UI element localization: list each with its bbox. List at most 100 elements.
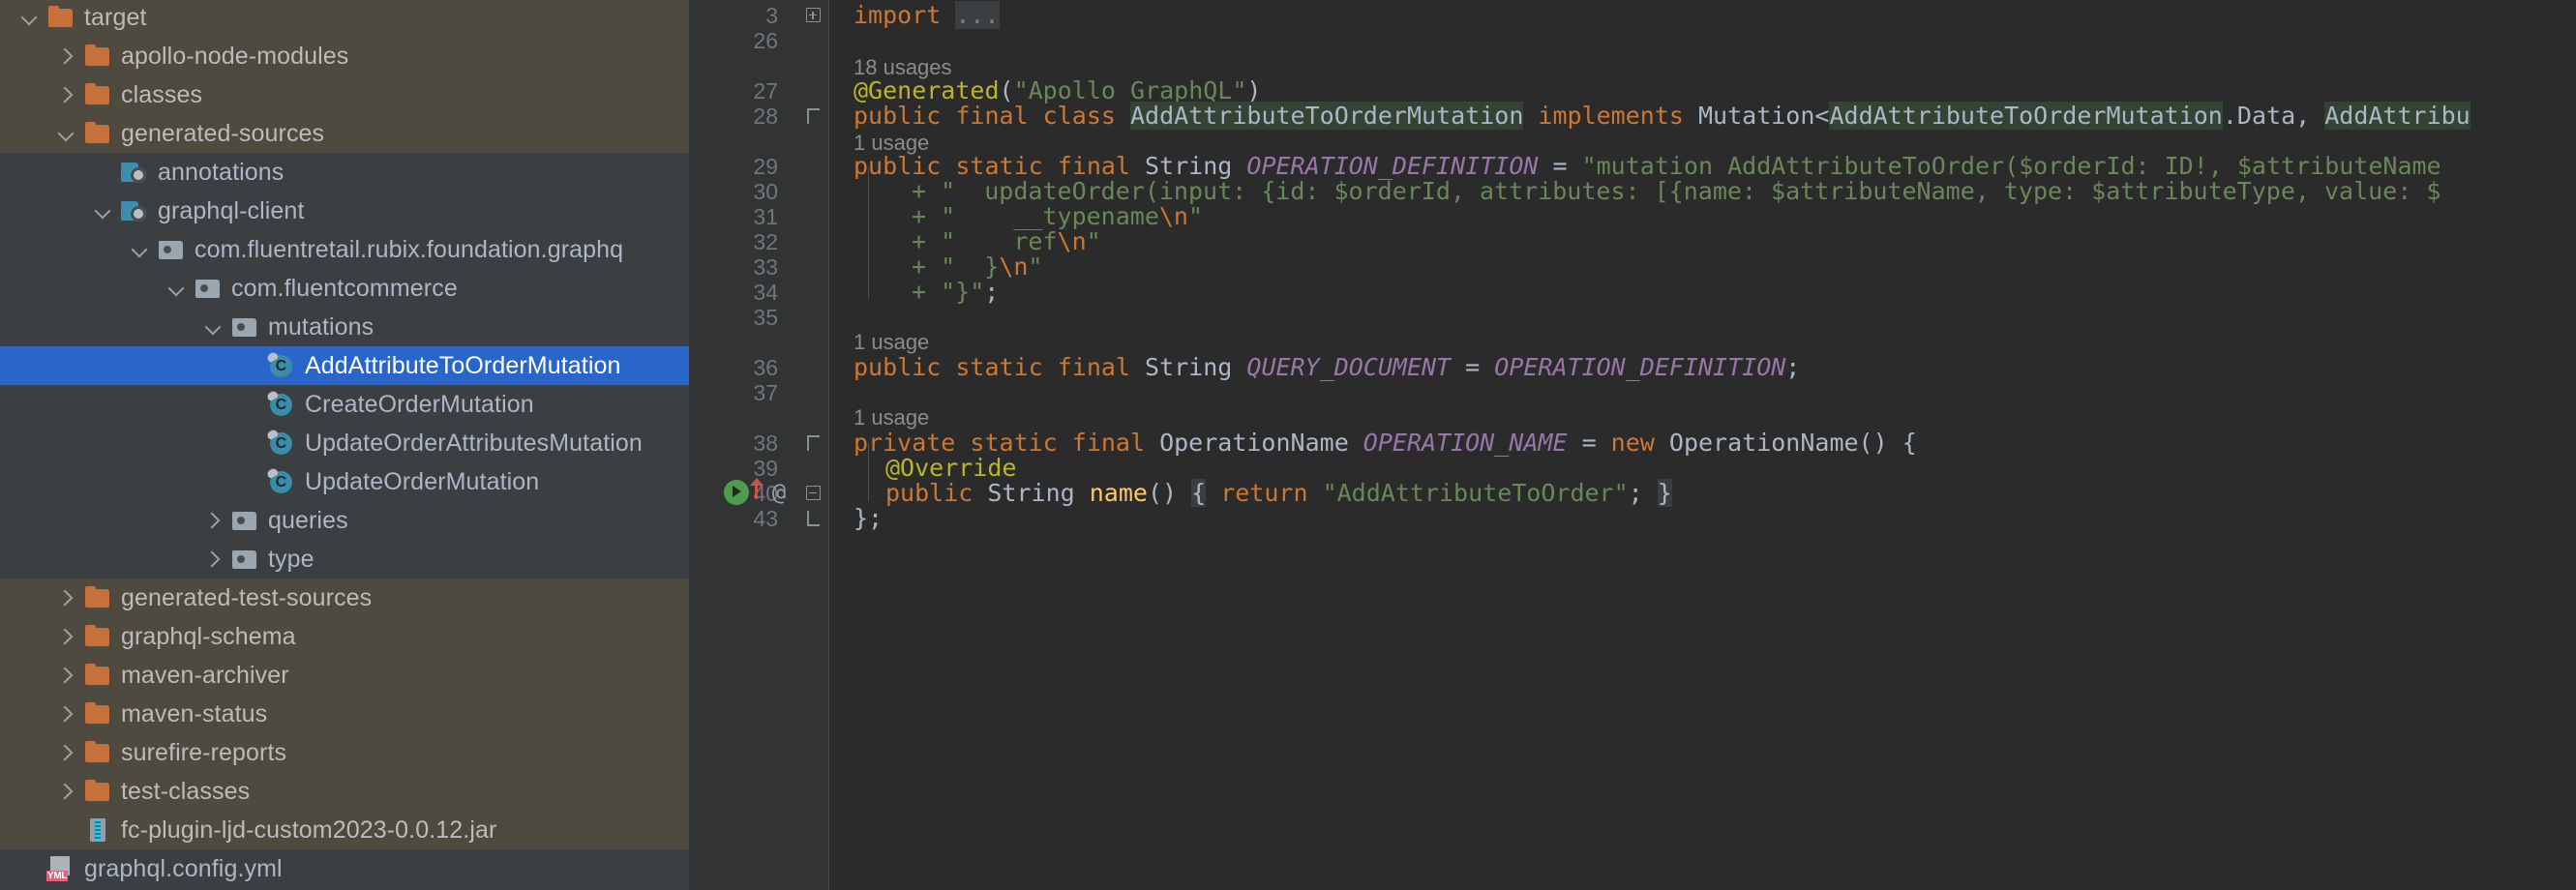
tree-row[interactable]: CUpdateOrderMutation xyxy=(0,462,689,501)
import-fold-ellipsis[interactable]: ... xyxy=(955,1,999,29)
tree-row-label: generated-sources xyxy=(121,114,324,153)
code-line-36: public static final String QUERY_DOCUMEN… xyxy=(854,346,1800,389)
chevron-right-icon[interactable] xyxy=(54,44,79,69)
folder-icon xyxy=(83,44,112,69)
statement-end-40: ; xyxy=(1629,479,1658,507)
tree-row[interactable]: CCreateOrderMutation xyxy=(0,385,689,424)
tree-row-label: graphql-schema xyxy=(121,617,296,656)
escape-newline-33: \n xyxy=(999,252,1028,281)
chevron-right-icon[interactable] xyxy=(54,82,79,107)
query-document-field: QUERY_DOCUMENT xyxy=(1246,353,1451,381)
package-icon xyxy=(230,314,259,340)
tree-row[interactable]: maven-archiver xyxy=(0,656,689,695)
yaml-file-icon: YML xyxy=(46,856,75,881)
generic-data-type: AddAttributeToOrderMutation xyxy=(1829,102,2222,130)
chevron-right-icon[interactable] xyxy=(201,547,226,572)
chevron-right-icon[interactable] xyxy=(54,585,79,610)
fold-expand-icon[interactable] xyxy=(806,8,821,22)
tree-row[interactable]: generated-sources xyxy=(0,114,689,153)
chevron-right-icon[interactable] xyxy=(54,663,79,688)
tree-row[interactable]: com.fluentretail.rubix.foundation.graphq xyxy=(0,230,689,269)
assign-op-36: = xyxy=(1451,353,1494,381)
tree-row[interactable]: graphql-schema xyxy=(0,617,689,656)
java-class-icon: C xyxy=(267,392,296,417)
jar-file-icon xyxy=(83,817,112,843)
chevron-down-icon[interactable] xyxy=(17,5,43,30)
tree-row[interactable]: graphql-client xyxy=(0,192,689,230)
java-class-icon: C xyxy=(267,353,296,378)
code-line-40: public String name() { return "AddAttrib… xyxy=(885,472,1672,515)
chevron-down-icon[interactable] xyxy=(128,237,153,262)
assign-op-38: = xyxy=(1568,429,1611,457)
tree-row[interactable]: generated-test-sources xyxy=(0,578,689,617)
code-area[interactable]: import ... 18 usages @Generated("Apollo … xyxy=(829,0,2576,890)
folder-icon xyxy=(83,585,112,610)
return-keyword: return xyxy=(1206,479,1322,507)
tree-row[interactable]: maven-status xyxy=(0,695,689,733)
tree-row[interactable]: YML graphql.config.yml xyxy=(0,849,689,888)
tree-row[interactable]: fc-plugin-ljd-custom2023-0.0.12.jar xyxy=(0,811,689,849)
yaml-icon-label: YML xyxy=(46,871,68,881)
string-close-32: " xyxy=(1087,227,1101,255)
tree-row-label: UpdateOrderAttributesMutation xyxy=(305,424,643,462)
code-line-43: }; xyxy=(854,497,883,540)
folder-icon xyxy=(83,779,112,804)
code-line-28: public final class AddAttributeToOrderMu… xyxy=(854,95,2471,137)
tree-row-label: com.fluentretail.rubix.foundation.graphq xyxy=(195,230,623,269)
code-editor[interactable]: 326272829303132333435363738394043@ impor… xyxy=(689,0,2576,890)
tree-row-label: apollo-node-modules xyxy=(121,37,348,75)
string-close-33: " xyxy=(1028,252,1042,281)
chevron-right-icon[interactable] xyxy=(54,779,79,804)
tree-row[interactable]: surefire-reports xyxy=(0,733,689,772)
tree-row-label: mutations xyxy=(268,308,374,346)
chevron-down-icon[interactable] xyxy=(201,314,226,340)
fold-region-marker[interactable] xyxy=(807,108,820,124)
chevron-right-icon[interactable] xyxy=(201,508,226,533)
fold-collapse-icon[interactable] xyxy=(806,486,821,500)
implements-keyword: implements xyxy=(1523,102,1698,130)
line-number: 26 xyxy=(753,19,778,62)
fold-region-marker[interactable] xyxy=(807,435,820,451)
tree-row-label: target xyxy=(84,0,147,37)
generic-variables-type: AddAttribu xyxy=(2324,102,2471,130)
chevron-down-icon[interactable] xyxy=(91,198,116,223)
tree-row-label: annotations xyxy=(158,153,284,192)
chevron-right-icon[interactable] xyxy=(54,624,79,649)
no-toggle-spacer xyxy=(54,817,79,843)
package-icon xyxy=(230,547,259,572)
statement-end-36: ; xyxy=(1785,353,1800,381)
tree-row-label: graphql.config.yml xyxy=(84,849,283,888)
tree-row[interactable]: annotations xyxy=(0,153,689,192)
tree-row[interactable]: test-classes xyxy=(0,772,689,811)
chevron-right-icon[interactable] xyxy=(54,701,79,727)
tree-row[interactable]: queries xyxy=(0,501,689,540)
import-keyword: import xyxy=(854,1,941,29)
tree-row[interactable]: com.fluentcommerce xyxy=(0,269,689,308)
chevron-down-icon[interactable] xyxy=(54,121,79,146)
tree-row[interactable]: target xyxy=(0,0,689,37)
operation-name-string: "AddAttributeToOrder" xyxy=(1323,479,1629,507)
tree-row[interactable]: CAddAttributeToOrderMutation xyxy=(0,346,689,385)
name-method-identifier: name xyxy=(1090,479,1148,507)
annotation-gutter-icon[interactable]: @ xyxy=(766,480,792,505)
tree-row-label: type xyxy=(268,540,315,578)
chevron-down-icon[interactable] xyxy=(165,276,190,301)
tree-row[interactable]: type xyxy=(0,540,689,578)
package-icon xyxy=(157,237,186,262)
tree-row-label: com.fluentcommerce xyxy=(231,269,458,308)
editor-gutter[interactable]: 326272829303132333435363738394043@ xyxy=(689,0,829,890)
no-toggle-spacer xyxy=(238,392,263,417)
chevron-right-icon[interactable] xyxy=(54,740,79,765)
project-tree-panel[interactable]: targetapollo-node-modulesclassesgenerate… xyxy=(0,0,689,890)
line-number: 37 xyxy=(753,371,778,414)
line-number: 28 xyxy=(753,95,778,137)
tree-row[interactable]: mutations xyxy=(0,308,689,346)
tree-row[interactable]: apollo-node-modules xyxy=(0,37,689,75)
fold-region-marker[interactable] xyxy=(807,511,820,526)
tree-row-label: graphql-client xyxy=(158,192,305,230)
folder-icon xyxy=(83,82,112,107)
no-toggle-spacer xyxy=(17,856,43,881)
escape-newline-32: \n xyxy=(1058,227,1087,255)
tree-row[interactable]: classes xyxy=(0,75,689,114)
tree-row[interactable]: CUpdateOrderAttributesMutation xyxy=(0,424,689,462)
